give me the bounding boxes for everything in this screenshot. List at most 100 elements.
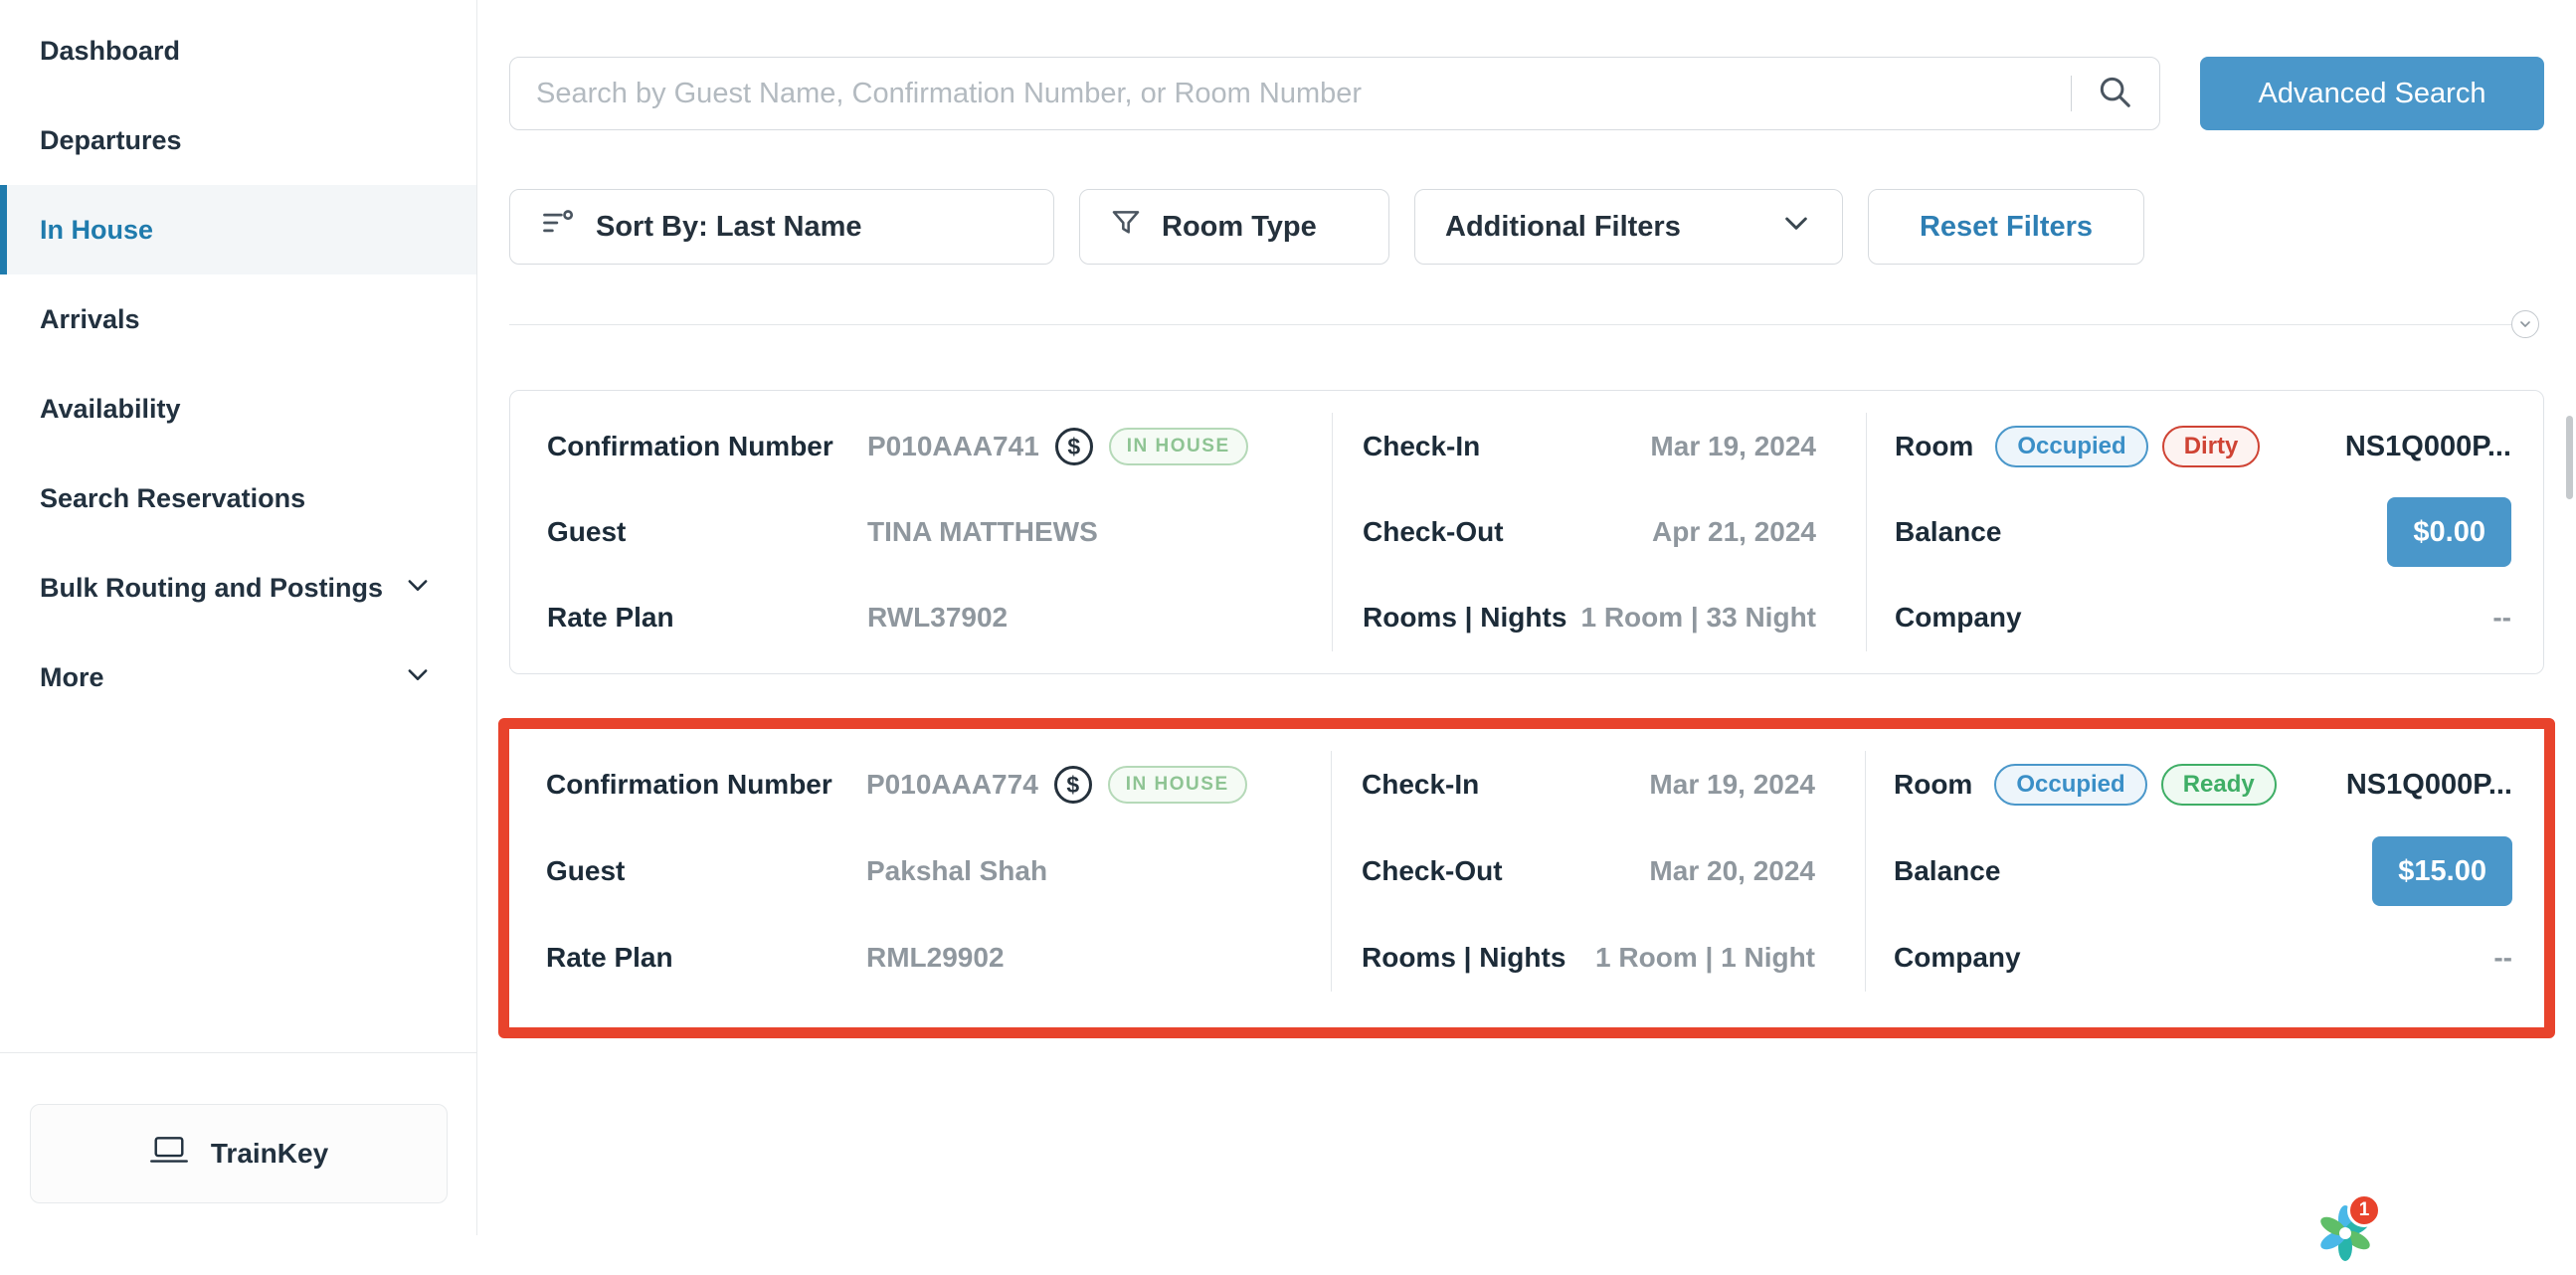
rooms-nights-row: Rooms | Nights 1 Room | 33 Night bbox=[1363, 582, 1816, 653]
company-value: -- bbox=[2492, 602, 2511, 634]
sidebar-item-label: Bulk Routing and Postings bbox=[40, 573, 383, 604]
sidebar-nav: Dashboard Departures In House Arrivals A… bbox=[0, 6, 476, 722]
status-badge: IN HOUSE bbox=[1109, 428, 1248, 465]
check-in-label: Check-In bbox=[1363, 431, 1480, 462]
check-out-label: Check-Out bbox=[1363, 516, 1504, 548]
laptop-icon bbox=[149, 1135, 189, 1173]
room-status-pill: Occupied bbox=[1994, 764, 2146, 806]
sort-by-button[interactable]: Sort By: Last Name bbox=[509, 189, 1054, 265]
rooms-nights-value: 1 Room | 1 Night bbox=[1595, 942, 1815, 974]
balance-button[interactable]: $0.00 bbox=[2387, 497, 2511, 567]
trainkey-button[interactable]: TrainKey bbox=[30, 1104, 448, 1203]
highlight-border: Confirmation Number P010AAA774 $ IN HOUS… bbox=[498, 718, 2555, 1038]
confirmation-number-label: Confirmation Number bbox=[546, 769, 866, 801]
reservation-info-column: Confirmation Number P010AAA741 $ IN HOUS… bbox=[510, 391, 1332, 673]
rooms-nights-label: Rooms | Nights bbox=[1363, 602, 1566, 634]
payment-icon[interactable]: $ bbox=[1054, 766, 1092, 804]
collapse-chevron-icon[interactable] bbox=[2511, 310, 2539, 338]
reservation-info-column: Confirmation Number P010AAA774 $ IN HOUS… bbox=[509, 729, 1331, 1013]
guest-value: Pakshal Shah bbox=[866, 855, 1047, 887]
rate-plan-label: Rate Plan bbox=[547, 602, 867, 634]
reset-filters-label: Reset Filters bbox=[1920, 211, 2093, 244]
sidebar-item-label: More bbox=[40, 662, 104, 693]
confirmation-row: Confirmation Number P010AAA741 $ IN HOUS… bbox=[547, 411, 1312, 482]
check-out-row: Check-Out Mar 20, 2024 bbox=[1362, 835, 1815, 907]
rooms-nights-row: Rooms | Nights 1 Room | 1 Night bbox=[1362, 922, 1815, 994]
chat-widget-button[interactable]: 1 bbox=[2305, 1189, 2391, 1275]
company-label: Company bbox=[1895, 602, 2022, 634]
housekeeping-status-pill: Dirty bbox=[2162, 426, 2261, 467]
room-code: NS1Q000P... bbox=[2346, 769, 2512, 802]
confirmation-number-value: P010AAA774 bbox=[866, 769, 1038, 801]
sort-by-label: Sort By: Last Name bbox=[596, 211, 862, 244]
room-label: Room bbox=[1894, 769, 1972, 801]
rate-plan-row: Rate Plan RML29902 bbox=[546, 922, 1311, 994]
guest-row: Guest Pakshal Shah bbox=[546, 835, 1311, 907]
balance-label: Balance bbox=[1894, 855, 2000, 887]
confirmation-number-label: Confirmation Number bbox=[547, 431, 867, 462]
reservation-card[interactable]: Confirmation Number P010AAA741 $ IN HOUS… bbox=[509, 390, 2544, 674]
company-label: Company bbox=[1894, 942, 2021, 974]
search-input[interactable] bbox=[536, 78, 2059, 110]
balance-row: Balance $0.00 bbox=[1895, 496, 2511, 568]
scrollbar-thumb[interactable] bbox=[2566, 416, 2573, 499]
sidebar-item-arrivals[interactable]: Arrivals bbox=[0, 274, 476, 364]
guest-label: Guest bbox=[546, 855, 866, 887]
check-in-row: Check-In Mar 19, 2024 bbox=[1363, 411, 1816, 482]
company-row: Company -- bbox=[1894, 922, 2512, 994]
additional-filters-button[interactable]: Additional Filters bbox=[1414, 189, 1843, 265]
reservation-card[interactable]: Confirmation Number P010AAA774 $ IN HOUS… bbox=[509, 729, 2544, 1013]
balance-button[interactable]: $15.00 bbox=[2372, 836, 2512, 906]
sidebar-item-more[interactable]: More bbox=[0, 633, 476, 722]
room-row: Room Occupied Dirty NS1Q000P... bbox=[1895, 411, 2511, 482]
guest-value: TINA MATTHEWS bbox=[867, 516, 1098, 548]
room-type-label: Room Type bbox=[1162, 211, 1317, 244]
sidebar-item-search-reservations[interactable]: Search Reservations bbox=[0, 454, 476, 543]
room-code: NS1Q000P... bbox=[2345, 431, 2511, 463]
sidebar-item-in-house[interactable]: In House bbox=[0, 185, 476, 274]
sort-icon bbox=[540, 205, 576, 249]
chevron-down-icon bbox=[404, 571, 432, 606]
rooms-nights-label: Rooms | Nights bbox=[1362, 942, 1565, 974]
confirmation-row: Confirmation Number P010AAA774 $ IN HOUS… bbox=[546, 749, 1311, 820]
check-in-value: Mar 19, 2024 bbox=[1649, 769, 1815, 801]
funnel-icon bbox=[1110, 207, 1142, 247]
sidebar-item-label: Dashboard bbox=[40, 36, 180, 67]
rate-plan-value: RWL37902 bbox=[867, 602, 1008, 634]
status-badge: IN HOUSE bbox=[1108, 766, 1247, 804]
balance-label: Balance bbox=[1895, 516, 2001, 548]
sidebar-item-bulk-routing-and-postings[interactable]: Bulk Routing and Postings bbox=[0, 543, 476, 633]
company-row: Company -- bbox=[1895, 582, 2511, 653]
confirmation-number-value: P010AAA741 bbox=[867, 431, 1039, 462]
advanced-search-button[interactable]: Advanced Search bbox=[2200, 57, 2544, 130]
dates-column: Check-In Mar 19, 2024 Check-Out Mar 20, … bbox=[1332, 729, 1865, 1013]
sidebar-item-availability[interactable]: Availability bbox=[0, 364, 476, 454]
check-out-value: Mar 20, 2024 bbox=[1649, 855, 1815, 887]
sidebar: Dashboard Departures In House Arrivals A… bbox=[0, 0, 477, 1235]
sidebar-item-departures[interactable]: Departures bbox=[0, 95, 476, 185]
room-column: Room Occupied Dirty NS1Q000P... Balance … bbox=[1867, 391, 2543, 673]
check-in-row: Check-In Mar 19, 2024 bbox=[1362, 749, 1815, 820]
room-type-button[interactable]: Room Type bbox=[1079, 189, 1389, 265]
room-label: Room bbox=[1895, 431, 1973, 462]
chevron-down-icon bbox=[1780, 207, 1812, 247]
check-in-label: Check-In bbox=[1362, 769, 1479, 801]
room-row: Room Occupied Ready NS1Q000P... bbox=[1894, 749, 2512, 820]
chevron-down-icon bbox=[404, 660, 432, 695]
room-column: Room Occupied Ready NS1Q000P... Balance … bbox=[1866, 729, 2544, 1013]
notification-badge: 1 bbox=[2347, 1193, 2381, 1227]
reset-filters-button[interactable]: Reset Filters bbox=[1868, 189, 2144, 265]
sidebar-divider bbox=[0, 1052, 476, 1053]
sidebar-item-dashboard[interactable]: Dashboard bbox=[0, 6, 476, 95]
guest-row: Guest TINA MATTHEWS bbox=[547, 496, 1312, 568]
housekeeping-status-pill: Ready bbox=[2161, 764, 2277, 806]
search-icon[interactable] bbox=[2096, 73, 2133, 115]
sidebar-item-label: Departures bbox=[40, 125, 182, 156]
rate-plan-value: RML29902 bbox=[866, 942, 1005, 974]
check-out-value: Apr 21, 2024 bbox=[1652, 516, 1816, 548]
balance-row: Balance $15.00 bbox=[1894, 835, 2512, 907]
payment-icon[interactable]: $ bbox=[1055, 428, 1093, 465]
rate-plan-row: Rate Plan RWL37902 bbox=[547, 582, 1312, 653]
guest-label: Guest bbox=[547, 516, 867, 548]
sidebar-item-label: Availability bbox=[40, 394, 181, 425]
